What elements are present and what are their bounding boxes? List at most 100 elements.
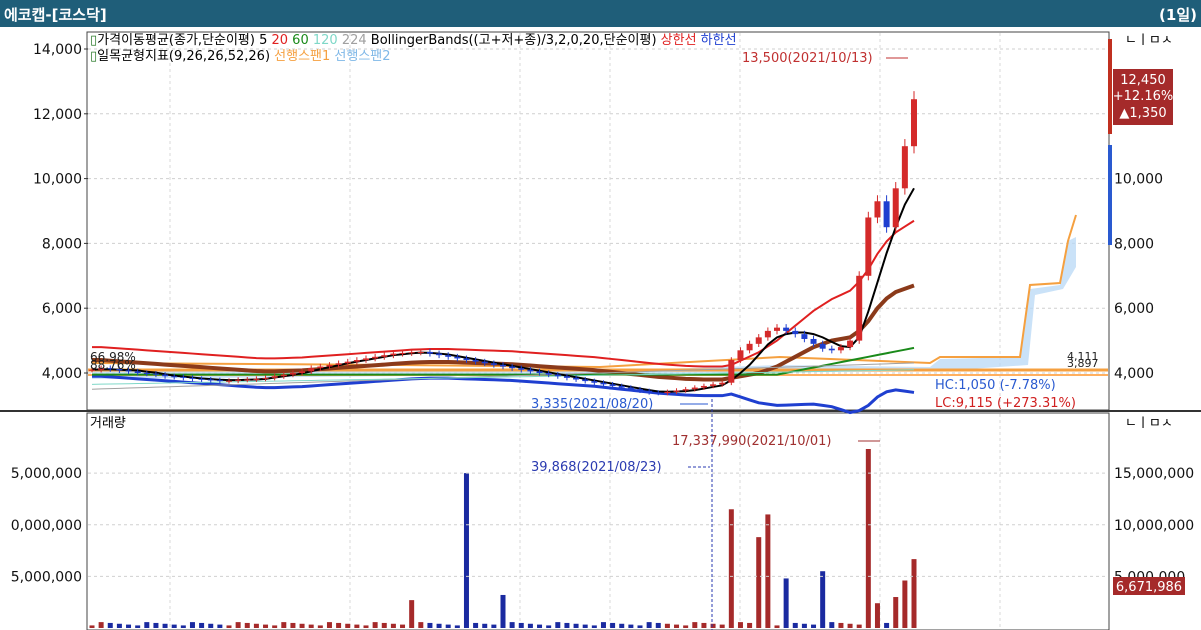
volume-bar	[856, 624, 862, 628]
legend-item: 20	[267, 33, 288, 48]
volume-bar	[345, 623, 351, 628]
candle-body	[490, 363, 497, 365]
stock-chart[interactable]: 14,000 12,000 10,000 8,000 6,000 4,000 10,000…	[0, 27, 1201, 630]
candle-body	[746, 343, 753, 351]
volume-bar	[445, 624, 451, 628]
candle-body	[280, 374, 287, 377]
candle-body	[207, 379, 214, 381]
candle-body	[700, 385, 707, 388]
volume-bar	[454, 625, 460, 628]
volume-bar	[390, 623, 396, 628]
candle-body	[271, 376, 278, 378]
candle-body	[308, 368, 315, 372]
volume-bar	[180, 625, 186, 628]
candle-body	[536, 371, 543, 373]
candle-body	[673, 390, 680, 392]
candle-body	[810, 338, 817, 344]
volume-tick-left: 0,000,000	[11, 518, 82, 534]
candle-body	[691, 387, 698, 390]
candle-body	[655, 392, 662, 394]
legend-item: 가격이동평균(종가,단순이평)	[97, 33, 255, 48]
candle-body	[481, 361, 488, 364]
candle-body	[509, 366, 516, 369]
candle-body	[472, 360, 479, 362]
volume-bar	[162, 623, 168, 628]
candle-body	[847, 340, 854, 348]
volume-bar	[774, 625, 780, 628]
volume-bar	[363, 625, 369, 628]
volume-bar	[847, 623, 853, 628]
volume-bar	[701, 622, 707, 628]
volume-bar	[874, 603, 880, 628]
price-tick-right: 6,000	[1114, 301, 1154, 317]
volume-bar	[299, 623, 305, 628]
candle-body	[783, 327, 790, 331]
candle-body	[883, 201, 890, 228]
candle-body	[874, 201, 881, 218]
volume-bar	[226, 625, 232, 628]
candle-body	[627, 387, 634, 390]
legend-item: BollingerBands((고+저+종)/3,2,0,20,단순이평)	[367, 33, 657, 48]
candle-body	[664, 391, 671, 394]
volume-bar	[537, 624, 543, 628]
volume-bar	[765, 514, 771, 628]
candle-body	[180, 376, 187, 378]
legend-item: 일목균형지표(9,26,26,52,26)	[97, 49, 270, 64]
candle-body	[801, 334, 808, 339]
price-panel[interactable]	[86, 31, 1110, 411]
volume-tick-left: 5,000,000	[11, 569, 82, 585]
min-volume-annotation: 39,868(2021/08/23)	[531, 460, 662, 475]
candle-body	[755, 337, 762, 344]
candle-body	[764, 330, 771, 338]
candle-body	[189, 377, 196, 379]
candle-body	[618, 385, 625, 388]
volume-panel-window-buttons[interactable]: ㄴㅣㅁㅅ	[1125, 416, 1173, 431]
price-panel-window-buttons[interactable]: ㄴㅣㅁㅅ	[1125, 33, 1173, 48]
volume-bar	[655, 622, 661, 628]
volume-panel[interactable]	[86, 412, 1110, 630]
candle-body	[737, 350, 744, 361]
volume-bar	[573, 623, 579, 628]
volume-bar	[664, 623, 670, 628]
candle-body	[901, 146, 908, 189]
candle-body	[545, 373, 552, 375]
volume-bar	[354, 624, 360, 628]
volume-bar	[902, 580, 908, 628]
volume-bar	[381, 622, 387, 628]
legend-item: 224	[338, 33, 367, 48]
volume-bar	[829, 622, 835, 628]
candle-body	[436, 353, 443, 356]
volume-bar	[144, 622, 150, 628]
candle-body	[353, 360, 360, 362]
volume-bar	[189, 622, 195, 628]
volume-bar	[436, 623, 442, 628]
volume-bar	[253, 623, 259, 628]
volume-bar	[272, 625, 278, 628]
candle-body	[819, 343, 826, 349]
volume-tick-right: 10,000,000	[1114, 518, 1194, 534]
volume-bar	[208, 623, 214, 628]
volume-bar	[244, 622, 250, 628]
volume-bar	[710, 623, 716, 628]
volume-bar	[737, 622, 743, 628]
current-volume: 6,671,986	[1116, 580, 1182, 595]
candle-body	[600, 382, 607, 385]
candle-body	[856, 275, 863, 341]
volume-bar	[107, 622, 113, 628]
current-volume-badge: 6,671,986	[1113, 577, 1185, 595]
volume-bar	[811, 624, 817, 628]
candle-body	[289, 373, 296, 375]
volume-bar	[884, 622, 890, 628]
current-price-badge: 12,450 +12.16% ▲1,350	[1113, 69, 1173, 125]
candle-body	[582, 379, 589, 382]
price-tick-left: 10,000	[33, 172, 82, 188]
volume-bar	[409, 600, 415, 628]
candle-body	[591, 381, 598, 383]
legend-item: 선행스팬2	[330, 48, 390, 64]
volume-bar	[482, 623, 488, 628]
volume-bar	[217, 624, 223, 628]
volume-bar	[500, 594, 506, 628]
volume-bar	[98, 622, 104, 628]
candle-body	[911, 99, 917, 147]
candle-body	[235, 379, 242, 381]
